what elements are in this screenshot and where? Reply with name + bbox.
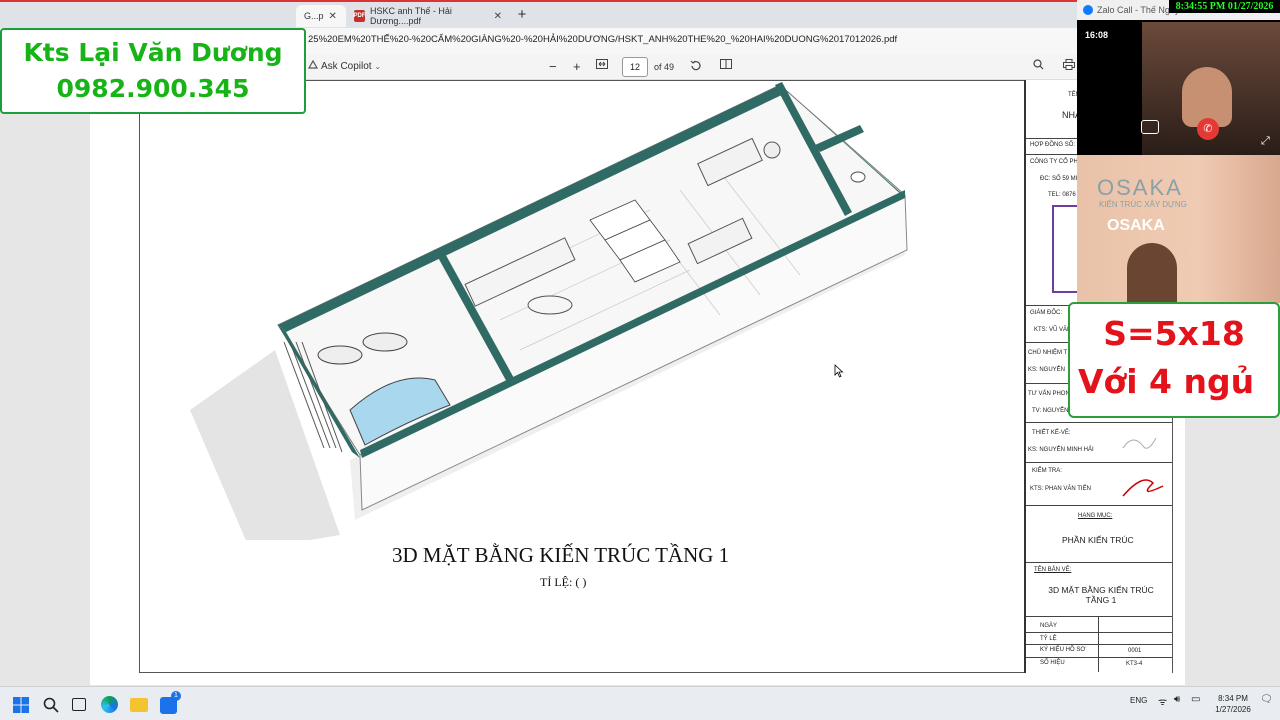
coffee-table [527, 295, 573, 315]
tb-ngay: NGÀY [1040, 623, 1058, 629]
tb-tu-van: TƯ VẤN PHON [1028, 391, 1070, 397]
webcam-feed: OSAKA KIẾN TRÚC XÂY DỰNG OSAKA [1077, 155, 1280, 303]
tb-ten-ban-ve-label: TÊN BẢN VẼ: [1034, 567, 1072, 573]
floor-plan-3d-drawing [190, 82, 908, 540]
tab-current[interactable]: G...p ✕ [296, 5, 346, 27]
wall-sign-mid: KIẾN TRÚC XÂY DỰNG [1099, 200, 1187, 209]
notification-badge: 1 [171, 691, 181, 701]
search-icon[interactable] [1033, 59, 1044, 75]
notification-icon[interactable]: 🗨︎ [1260, 694, 1273, 705]
tb-thiet-ke-name: KS: NGUYỄN MINH HẢI [1028, 447, 1094, 453]
expand-icon[interactable]: ⤢ [1261, 135, 1270, 148]
new-tab-button[interactable]: + [512, 5, 532, 25]
screen-share-icon[interactable] [1141, 120, 1159, 134]
call-duration: 16:08 [1085, 30, 1109, 40]
rotate-icon[interactable] [690, 59, 702, 75]
ask-copilot-button[interactable]: Ask Copilot ⌄ [321, 59, 381, 75]
tb-hop-dong: HỢP ĐỒNG SỐ: [1030, 142, 1076, 148]
presenter [1127, 243, 1177, 303]
tb-ty-le: TỶ LỆ [1040, 636, 1057, 642]
url-text[interactable]: 25%20EM%20THẾ%20-%20CẨM%20GIÀNG%20-%20HẢ… [308, 34, 897, 45]
bedroom-count: Với 4 ngủ [1078, 362, 1255, 401]
timestamp-overlay: 8:34:55 PM 01/27/2026 [1169, 0, 1280, 13]
zalo-call-app-name: Zalo Call - Thế Nguy [1097, 5, 1180, 15]
page-view-icon[interactable] [720, 59, 732, 75]
tb-so-hieu-value: KT3-4 [1126, 661, 1143, 667]
tb-chu-nhiem-name: KS: NGUYỄN [1028, 367, 1066, 373]
wifi-icon[interactable]: ᯤ [1158, 694, 1167, 708]
zoom-out-button[interactable]: − [549, 59, 557, 75]
copilot-icon [307, 59, 319, 75]
zalo-call-window[interactable]: Zalo Call - Thế Nguy 16:08 ✆ ⤢ [1077, 0, 1280, 155]
edge-browser-icon[interactable] [101, 696, 118, 713]
motorbike [362, 332, 408, 352]
tb-tel: TEL: 0876 [1048, 192, 1076, 198]
tb-chu-nhiem: CHỦ NHIỆM T [1028, 350, 1068, 356]
stove [763, 141, 781, 159]
signature [1122, 479, 1164, 497]
chevron-down-icon: ⌄ [374, 62, 382, 71]
signature [1122, 437, 1157, 449]
tb-ky-hieu-ho-so-value: 0001 [1128, 648, 1142, 654]
motorbike [317, 345, 363, 365]
task-view-icon[interactable] [72, 698, 86, 711]
drawing-scale: TỈ LỆ: ( ) [540, 575, 587, 589]
pdf-file-icon: PDF [354, 10, 366, 22]
tab-label: G...p [304, 11, 324, 21]
tb-kiem-tra-name: KTS: PHAN VĂN TIẾN [1030, 486, 1091, 492]
house-size: S=5x18 [1103, 314, 1245, 353]
tb-thiet-ke: THIẾT KẾ-VẼ: [1032, 430, 1071, 436]
tb-tu-van-name: TV: NGUYỄN [1032, 408, 1069, 414]
tb-hang-muc-label: HẠNG MỤC: [1078, 513, 1113, 519]
wall-sign-top: OSAKA [1097, 175, 1183, 200]
fit-page-icon[interactable] [596, 59, 608, 75]
zalo-icon [1083, 5, 1093, 15]
taskbar-clock[interactable]: 8:34 PM 1/27/2026 [1210, 693, 1256, 715]
windows-taskbar: 1 ENG ᯤ 🔊︎ ▭ 8:34 PM 1/27/2026 🗨︎ [0, 686, 1280, 720]
architect-name: Kts Lại Văn Dương [23, 38, 283, 67]
print-icon[interactable] [1063, 59, 1075, 75]
taskbar-time: 8:34 PM [1218, 694, 1248, 703]
language-indicator[interactable]: ENG [1130, 696, 1147, 705]
tb-ten-ban-ve-value: 3D MẶT BẰNG KIẾN TRÚC TẦNG 1 [1048, 585, 1154, 605]
tab-hskc-pdf[interactable]: PDF HSKC anh Thế - Hải Dương....pdf ✕ [346, 5, 510, 27]
tb-giam-doc: GIÁM ĐỐC: [1030, 310, 1063, 316]
windows-start-icon[interactable] [13, 697, 29, 718]
page-total: of 49 [654, 62, 675, 72]
file-explorer-icon[interactable] [130, 698, 148, 712]
tb-cong-ty: CÔNG TY CỔ PH [1030, 159, 1078, 165]
contact-banner: Kts Lại Văn Dương 0982.900.345 [0, 28, 306, 114]
toilet [850, 171, 866, 183]
page-number-input[interactable]: 12 [622, 57, 648, 77]
close-icon[interactable]: ✕ [329, 11, 337, 22]
mouse-cursor-icon [834, 364, 844, 378]
zoom-in-button[interactable]: + [573, 59, 581, 75]
wall-sign-bottom: OSAKA [1107, 217, 1165, 234]
tab-label: HSKC anh Thế - Hải Dương....pdf [370, 6, 452, 26]
tb-so-hieu: SỐ HIỆU [1040, 660, 1065, 666]
drawing-title: 3D MẶT BẰNG KIẾN TRÚC TẦNG 1 [392, 543, 730, 567]
tb-giam-doc-name: KTS: VŨ VĂN [1034, 327, 1072, 333]
tb-ky-hieu-ho-so: KÝ HIỆU HỒ SƠ [1040, 647, 1086, 653]
tb-kiem-tra: KIỂM TRA: [1032, 468, 1062, 474]
house-info-box: S=5x18 Với 4 ngủ [1068, 302, 1280, 418]
search-icon[interactable] [43, 697, 59, 718]
tb-dia-chi: ĐC: SỐ 59 MI [1040, 176, 1078, 182]
end-call-icon[interactable]: ✆ [1197, 118, 1219, 140]
tb-hang-muc-value: PHẦN KIẾN TRÚC [1062, 535, 1134, 545]
phone-number: 0982.900.345 [56, 74, 250, 103]
battery-icon[interactable]: ▭ [1191, 694, 1200, 705]
ask-copilot-label: Ask Copilot [321, 61, 372, 72]
close-icon[interactable]: ✕ [494, 11, 502, 22]
volume-icon[interactable]: 🔊︎ [1174, 694, 1180, 705]
taskbar-date: 1/27/2026 [1215, 705, 1251, 714]
